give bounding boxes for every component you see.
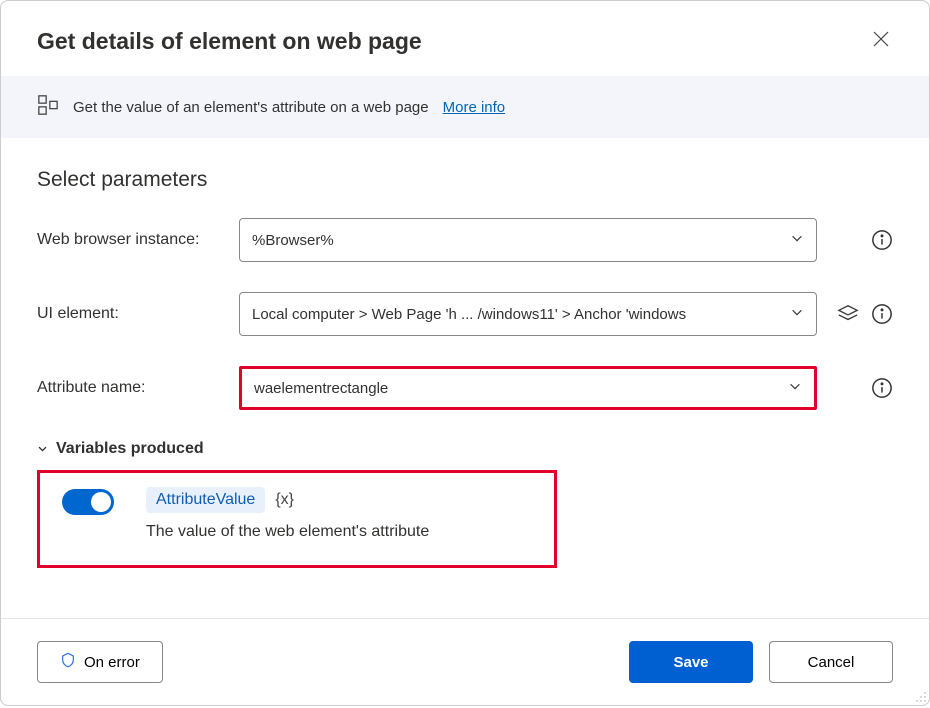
variable-symbol: {x} — [275, 491, 294, 509]
element-label: UI element: — [37, 305, 227, 323]
dialog-header: Get details of element on web page — [1, 1, 929, 76]
dialog-body: Select parameters Web browser instance: … — [1, 138, 929, 618]
variables-toggle-header[interactable]: Variables produced — [37, 440, 893, 458]
browser-label: Web browser instance: — [37, 231, 227, 249]
info-text: Get the value of an element's attribute … — [73, 99, 429, 116]
element-dropdown[interactable]: Local computer > Web Page 'h ... /window… — [239, 292, 817, 336]
info-icon[interactable] — [871, 303, 893, 325]
close-icon[interactable] — [867, 25, 895, 58]
dialog-footer: On error Save Cancel — [1, 618, 929, 705]
variable-toggle[interactable] — [62, 489, 114, 515]
browser-dropdown[interactable]: %Browser% — [239, 218, 817, 262]
attribute-label: Attribute name: — [37, 379, 227, 397]
more-info-link[interactable]: More info — [443, 99, 506, 116]
variables-header-text: Variables produced — [56, 440, 204, 458]
resize-grip[interactable] — [913, 689, 927, 703]
action-icon — [37, 94, 59, 120]
save-button[interactable]: Save — [629, 641, 753, 683]
field-browser: Web browser instance: %Browser% — [37, 218, 893, 262]
on-error-button[interactable]: On error — [37, 641, 163, 683]
field-element: UI element: Local computer > Web Page 'h… — [37, 292, 893, 336]
chevron-down-icon — [788, 379, 802, 397]
on-error-label: On error — [84, 654, 140, 671]
toggle-knob — [91, 492, 111, 512]
section-heading: Select parameters — [37, 168, 893, 192]
layers-icon[interactable] — [837, 303, 859, 325]
info-bar: Get the value of an element's attribute … — [1, 76, 929, 138]
chevron-down-icon — [790, 231, 804, 249]
info-icon[interactable] — [871, 377, 893, 399]
info-icon[interactable] — [871, 229, 893, 251]
field-attribute: Attribute name: waelementrectangle — [37, 366, 893, 410]
cancel-button[interactable]: Cancel — [769, 641, 893, 683]
attribute-dropdown[interactable]: waelementrectangle — [239, 366, 817, 410]
shield-icon — [60, 651, 76, 673]
chevron-down-icon — [37, 442, 48, 457]
dialog-title: Get details of element on web page — [37, 28, 422, 55]
variables-box: AttributeValue {x} The value of the web … — [37, 470, 557, 568]
variable-description: The value of the web element's attribute — [146, 523, 536, 541]
chevron-down-icon — [790, 305, 804, 323]
variable-name[interactable]: AttributeValue — [146, 487, 265, 513]
